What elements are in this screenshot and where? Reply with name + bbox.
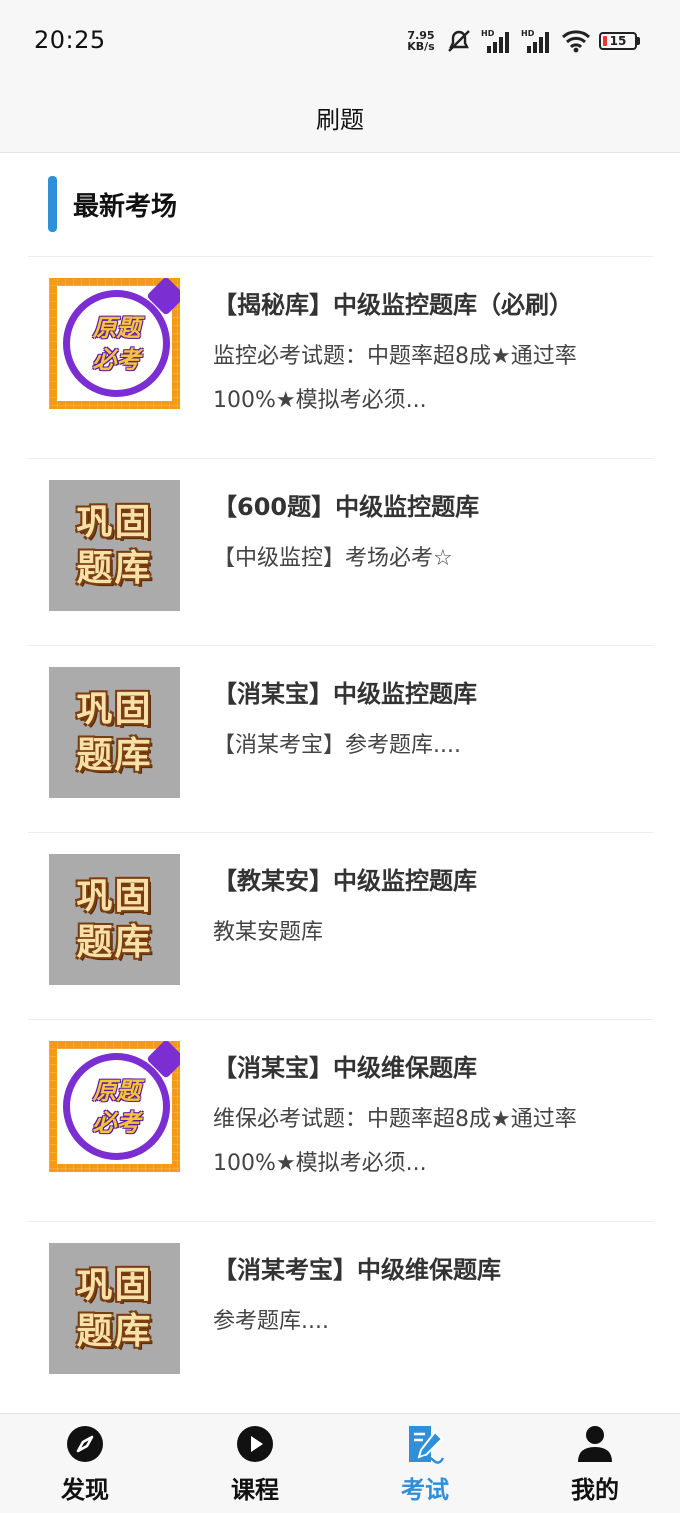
item-title: 【消某宝】中级监控题库 <box>213 680 477 708</box>
section-header: 最新考场 <box>48 175 177 233</box>
exam-list-item[interactable]: 原题 必考 【揭秘库】中级监控题库（必刷） 监控必考试题：中题率超8成★通过率1… <box>28 256 653 458</box>
item-title: 【600题】中级监控题库 <box>213 493 480 521</box>
exam-list-item[interactable]: 巩固 题库 【教某安】中级监控题库 教某安题库 <box>28 832 653 1019</box>
tab-discover[interactable]: 发现 <box>25 1424 145 1510</box>
user-icon <box>578 1426 612 1462</box>
item-thumbnail: 原题 必考 <box>49 1041 180 1172</box>
bottom-tab-bar: 发现 课程 考试 我的 <box>0 1413 680 1513</box>
wifi-icon <box>561 30 591 53</box>
exam-edit-icon <box>409 1426 445 1464</box>
svg-text:HD: HD <box>481 29 495 38</box>
status-bar: 20:25 7.95 KB/s HD HD 15 <box>0 0 680 82</box>
tab-courses[interactable]: 课程 <box>195 1424 315 1510</box>
item-description: 【中级监控】考场必考☆ <box>213 546 453 571</box>
alarm-off-icon <box>448 30 470 52</box>
item-description: 【消某考宝】参考题库.... <box>213 733 461 758</box>
status-indicators: 7.95 KB/s HD HD 15 <box>405 24 640 58</box>
svg-text:HD: HD <box>521 29 535 38</box>
header: 刷题 <box>0 82 680 153</box>
item-thumbnail: 巩固 题库 <box>49 1243 180 1374</box>
exam-list: 原题 必考 【揭秘库】中级监控题库（必刷） 监控必考试题：中题率超8成★通过率1… <box>28 256 653 1413</box>
item-thumbnail: 巩固 题库 <box>49 667 180 798</box>
item-title: 【消某宝】中级维保题库 <box>213 1054 477 1082</box>
item-description: 监控必考试题：中题率超8成★通过率100%★模拟考必须... <box>213 344 577 413</box>
item-title: 【教某安】中级监控题库 <box>213 867 477 895</box>
section-accent-bar <box>48 176 57 232</box>
signal-icon-2: HD <box>521 29 549 53</box>
play-icon <box>237 1426 273 1462</box>
item-description: 参考题库.... <box>213 1309 329 1334</box>
item-thumbnail: 巩固 题库 <box>49 480 180 611</box>
battery-icon: 15 <box>599 32 640 50</box>
item-thumbnail: 原题 必考 <box>49 278 180 409</box>
item-title: 【消某考宝】中级维保题库 <box>213 1256 501 1284</box>
exam-list-item[interactable]: 巩固 题库 【消某宝】中级监控题库 【消某考宝】参考题库.... <box>28 645 653 832</box>
status-time: 20:25 <box>34 26 106 54</box>
item-description: 维保必考试题：中题率超8成★通过率100%★模拟考必须... <box>213 1107 577 1176</box>
exam-list-item[interactable]: 巩固 题库 【600题】中级监控题库 【中级监控】考场必考☆ <box>28 458 653 645</box>
item-description: 教某安题库 <box>213 920 324 945</box>
tab-exam[interactable]: 考试 <box>365 1424 485 1510</box>
page-title: 刷题 <box>316 105 364 134</box>
tab-mine[interactable]: 我的 <box>535 1424 655 1510</box>
item-thumbnail: 巩固 题库 <box>49 854 180 985</box>
compass-icon <box>67 1426 103 1462</box>
signal-icon: HD <box>481 29 509 53</box>
section-title: 最新考场 <box>73 191 178 222</box>
battery-level: 15 <box>609 34 627 48</box>
network-speed: 7.95 KB/s <box>407 29 435 53</box>
exam-list-item[interactable]: 原题 必考 【消某宝】中级维保题库 维保必考试题：中题率超8成★通过率100%★… <box>28 1019 653 1221</box>
exam-list-item[interactable]: 巩固 题库 【消某考宝】中级维保题库 参考题库.... <box>28 1221 653 1413</box>
item-title: 【揭秘库】中级监控题库（必刷） <box>213 291 573 319</box>
